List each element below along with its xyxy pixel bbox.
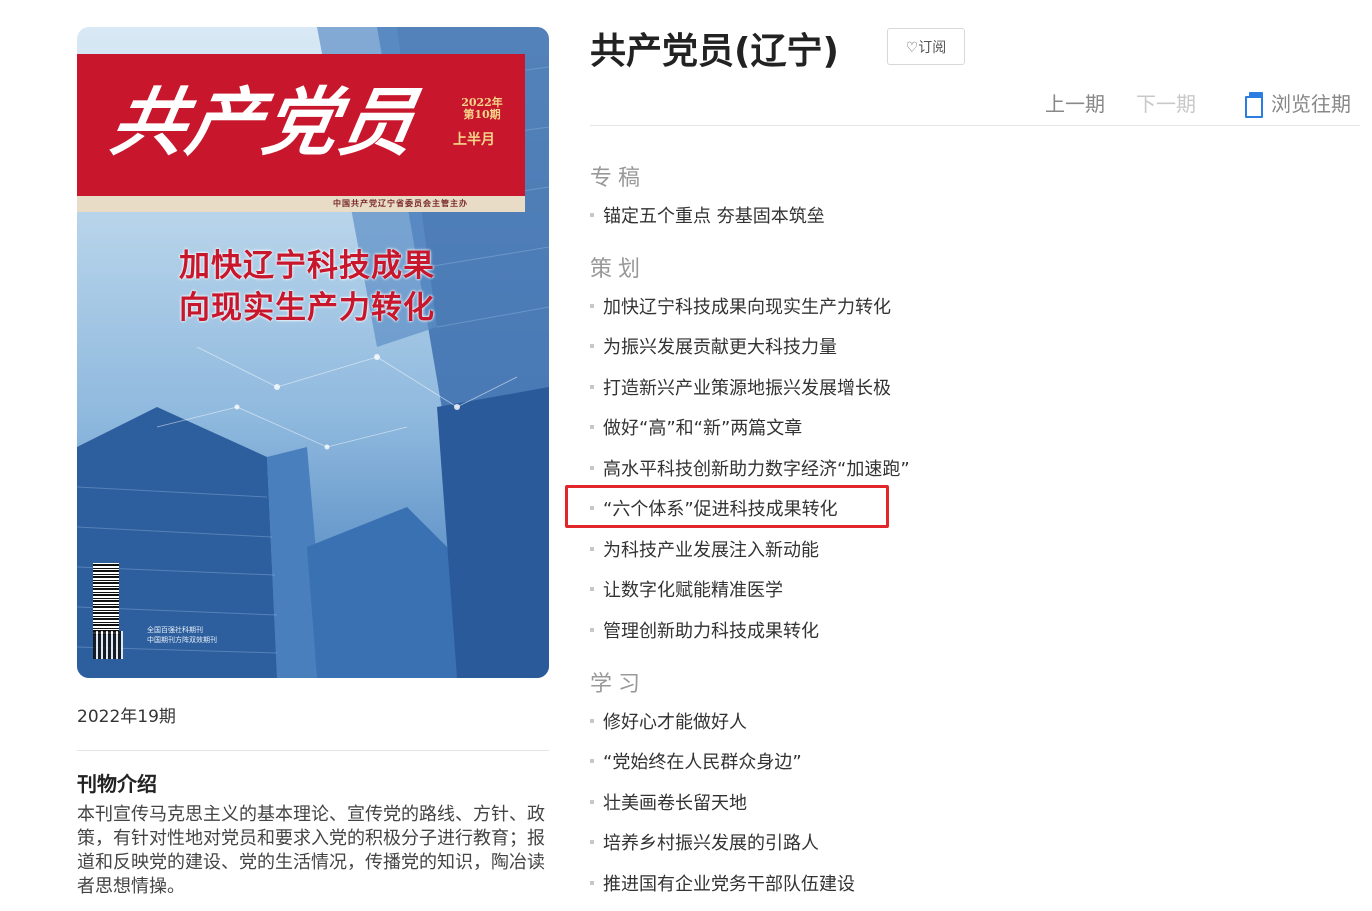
toc-item-highlighted[interactable]: “六个体系”促进科技成果转化 <box>590 494 838 522</box>
toc-item-label: 加快辽宁科技成果向现实生产力转化 <box>603 297 891 318</box>
cover-issue-info: 2022年 第10期 <box>455 97 509 121</box>
toc-item[interactable]: 锚定五个重点 夯基固本筑垒 <box>590 201 825 229</box>
cover-small-line2: 中国期刊方阵双效期刊 <box>147 636 217 644</box>
toc-item-label: 做好“高”和“新”两篇文章 <box>603 418 803 439</box>
section-title-special: 专稿 <box>590 166 647 191</box>
toc-item-label: 为振兴发展贡献更大科技力量 <box>603 337 837 358</box>
bullet-icon <box>590 628 594 632</box>
cover-issue-number: 第10期 <box>463 108 501 121</box>
page-title: 共产党员(辽宁) <box>590 31 839 72</box>
section-title-planning: 策划 <box>590 257 647 282</box>
magazine-cover[interactable]: 共产党员 2022年 第10期 上半月 中国共产党辽宁省委员会主管主办 加快辽宁… <box>77 27 549 678</box>
intro-title: 刊物介绍 <box>77 772 157 796</box>
toc-item-label: 壮美画卷长留天地 <box>603 793 747 814</box>
toc-item[interactable]: 壮美画卷长留天地 <box>590 788 747 816</box>
cover-headline-line2: 向现实生产力转化 <box>179 290 435 326</box>
bullet-icon <box>590 506 594 510</box>
bullet-icon <box>590 466 594 470</box>
cover-headline: 加快辽宁科技成果 向现实生产力转化 <box>179 245 435 329</box>
intro-text: 本刊宣传马克思主义的基本理论、宣传党的路线、方针、政策，有针对性地对党员和要求入… <box>77 804 545 897</box>
cover-small-line1: 全国百强社科期刊 <box>147 626 203 634</box>
toc-item[interactable]: 加快辽宁科技成果向现实生产力转化 <box>590 292 891 320</box>
toc-item[interactable]: 修好心才能做好人 <box>590 707 747 735</box>
qr-code-icon <box>93 631 123 659</box>
section-title-study: 学习 <box>590 672 647 697</box>
divider <box>77 750 549 751</box>
bullet-icon <box>590 759 594 763</box>
bullet-icon <box>590 547 594 551</box>
toc-item[interactable]: 培养乡村振兴发展的引路人 <box>590 828 819 856</box>
toc-item-label: 培养乡村振兴发展的引路人 <box>603 833 819 854</box>
barcode-icon <box>93 563 119 635</box>
cover-sponsor: 中国共产党辽宁省委员会主管主办 <box>333 199 468 208</box>
toc-item-label: “党始终在人民群众身边” <box>603 752 802 773</box>
browse-past-issues-link[interactable]: 浏览往期 <box>1245 88 1351 118</box>
bullet-icon <box>590 344 594 348</box>
bullet-icon <box>590 800 594 804</box>
toc-item[interactable]: 高水平科技创新助力数字经济“加速跑” <box>590 454 910 482</box>
toc-item-label: 为科技产业发展注入新动能 <box>603 540 819 561</box>
bullet-icon <box>590 213 594 217</box>
toc-item-label: 高水平科技创新助力数字经济“加速跑” <box>603 459 910 480</box>
bullet-icon <box>590 304 594 308</box>
toc-item[interactable]: “党始终在人民群众身边” <box>590 747 802 775</box>
divider <box>590 125 1360 126</box>
cover-masthead: 共产党员 <box>104 80 424 166</box>
toc-item-label: “六个体系”促进科技成果转化 <box>603 499 838 520</box>
bullet-icon <box>590 587 594 591</box>
cover-headline-line1: 加快辽宁科技成果 <box>179 248 435 284</box>
bullet-icon <box>590 881 594 885</box>
bullet-icon <box>590 385 594 389</box>
toc-item[interactable]: 为科技产业发展注入新动能 <box>590 535 819 563</box>
toc-item[interactable]: 打造新兴产业策源地振兴发展增长极 <box>590 373 891 401</box>
browse-past-issues-label: 浏览往期 <box>1271 92 1351 116</box>
bullet-icon <box>590 425 594 429</box>
toc-item-label: 修好心才能做好人 <box>603 712 747 733</box>
cover-half-month: 上半月 <box>453 132 495 148</box>
toc-item[interactable]: 管理创新助力科技成果转化 <box>590 616 819 644</box>
toc-item[interactable]: 让数字化赋能精准医学 <box>590 575 783 603</box>
cover-small-print: 全国百强社科期刊 中国期刊方阵双效期刊 <box>147 625 217 645</box>
toc-item[interactable]: 推进国有企业党务干部队伍建设 <box>590 869 855 897</box>
next-issue-link[interactable]: 下一期 <box>1136 88 1196 117</box>
bullet-icon <box>590 840 594 844</box>
toc-item-label: 打造新兴产业策源地振兴发展增长极 <box>603 378 891 399</box>
prev-issue-link[interactable]: 上一期 <box>1045 88 1105 117</box>
book-icon <box>1245 91 1265 118</box>
toc-item-label: 让数字化赋能精准医学 <box>603 580 783 601</box>
bullet-icon <box>590 719 594 723</box>
toc-item-label: 推进国有企业党务干部队伍建设 <box>603 874 855 895</box>
toc-item[interactable]: 做好“高”和“新”两篇文章 <box>590 413 802 441</box>
toc-item-label: 管理创新助力科技成果转化 <box>603 621 819 642</box>
issue-label: 2022年19期 <box>77 707 176 727</box>
toc-item[interactable]: 为振兴发展贡献更大科技力量 <box>590 332 837 360</box>
subscribe-button[interactable]: ♡订阅 <box>887 28 965 65</box>
toc-item-label: 锚定五个重点 夯基固本筑垒 <box>603 206 825 227</box>
